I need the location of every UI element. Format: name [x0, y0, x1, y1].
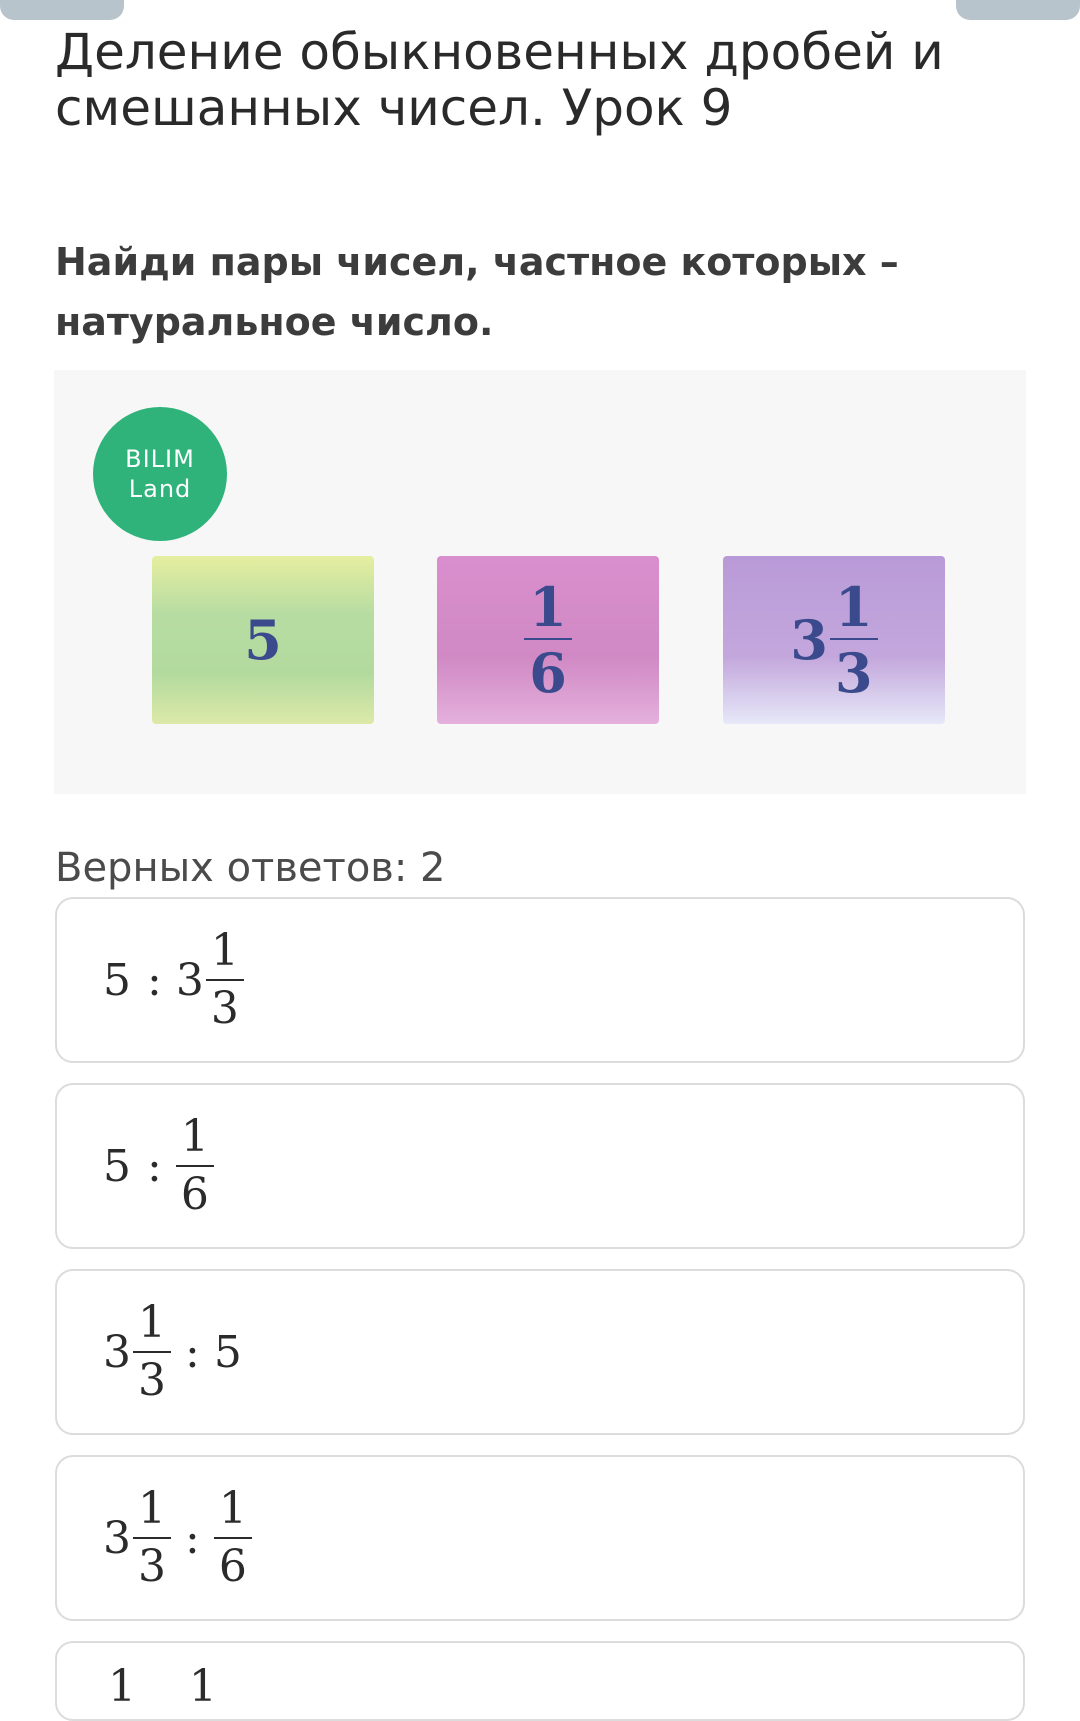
logo-line-1: BILIM: [125, 445, 195, 473]
left-whole: 3: [103, 1512, 131, 1564]
lesson-title: Деление обыкновенных дробей и смешанных …: [55, 23, 944, 137]
card-fraction: 1 3: [830, 580, 878, 700]
right-whole: 5: [213, 1326, 242, 1378]
right-numerator: 1: [188, 1660, 217, 1712]
fraction-bar: [213, 1537, 252, 1539]
right-whole: 3: [175, 954, 204, 1006]
left-denominator: 3: [138, 1355, 166, 1406]
question-text: Найди пары чисел, частное которых – нату…: [55, 240, 899, 344]
option-expression: 1 : 1: [103, 1661, 222, 1712]
logo-line-2: Land: [128, 475, 192, 503]
left-whole: 5: [103, 954, 131, 1006]
top-left-tab[interactable]: [0, 0, 124, 20]
option-expression: 3 1 3 : 5: [103, 1301, 244, 1403]
left-fraction: 1: [103, 1660, 141, 1712]
fraction-bar: [133, 1351, 171, 1353]
card-denominator: 3: [835, 641, 873, 705]
left-whole: 3: [103, 1326, 131, 1378]
right-numerator: 1: [180, 1111, 209, 1162]
bilimland-logo: BILIM Land: [93, 407, 227, 541]
right-denominator: 6: [218, 1541, 247, 1592]
answer-option-1[interactable]: 5 : 3 1 3: [55, 897, 1025, 1063]
left-fraction: 1 3: [133, 1487, 171, 1589]
card-numerator: 1: [835, 575, 873, 639]
division-sign: :: [147, 1140, 162, 1192]
card-value: 5: [244, 608, 282, 672]
number-card-5: 5: [152, 556, 374, 724]
option-expression: 5 : 3 1 3: [103, 929, 244, 1031]
right-fraction: 1: [184, 1660, 222, 1712]
right-numerator: 1: [218, 1483, 247, 1534]
right-fraction: 1 3: [205, 925, 244, 1034]
card-whole: 3: [790, 608, 828, 672]
answer-option-5[interactable]: 1 : 1: [55, 1641, 1025, 1721]
division-sign: :: [185, 1512, 200, 1564]
number-card-one-sixth: 1 6: [437, 556, 659, 724]
left-numerator: 1: [138, 1297, 166, 1348]
task-image: BILIM Land 5 1 6 3 1 3: [54, 370, 1026, 794]
left-denominator: 3: [138, 1541, 166, 1592]
left-numerator: 1: [108, 1660, 136, 1712]
right-fraction: 1 6: [213, 1483, 252, 1592]
right-numerator: 1: [210, 925, 239, 976]
left-fraction: 1 3: [133, 1301, 171, 1403]
right-denominator: 6: [180, 1169, 209, 1220]
option-expression: 5 : 1 6: [103, 1115, 214, 1217]
fraction-bar: [524, 638, 572, 640]
card-fraction: 1 6: [524, 580, 572, 700]
division-sign: :: [147, 954, 162, 1006]
left-numerator: 1: [138, 1483, 166, 1534]
fraction-bar: [133, 1537, 171, 1539]
number-card-three-one-third: 3 1 3: [723, 556, 945, 724]
answer-option-4[interactable]: 3 1 3 : 1 6: [55, 1455, 1025, 1621]
card-numerator: 1: [529, 575, 567, 639]
top-right-tab[interactable]: [956, 0, 1080, 20]
right-fraction: 1 6: [175, 1111, 214, 1220]
option-expression: 3 1 3 : 1 6: [103, 1487, 252, 1589]
right-denominator: 3: [210, 983, 239, 1034]
fraction-bar: [205, 979, 244, 981]
fraction-bar: [830, 638, 878, 640]
answer-option-2[interactable]: 5 : 1 6: [55, 1083, 1025, 1249]
left-whole: 5: [103, 1140, 131, 1192]
card-denominator: 6: [529, 641, 567, 705]
answer-option-3[interactable]: 3 1 3 : 5: [55, 1269, 1025, 1435]
fraction-bar: [175, 1165, 214, 1167]
correct-answers-count: Верных ответов: 2: [55, 845, 446, 891]
division-sign: :: [185, 1326, 200, 1378]
